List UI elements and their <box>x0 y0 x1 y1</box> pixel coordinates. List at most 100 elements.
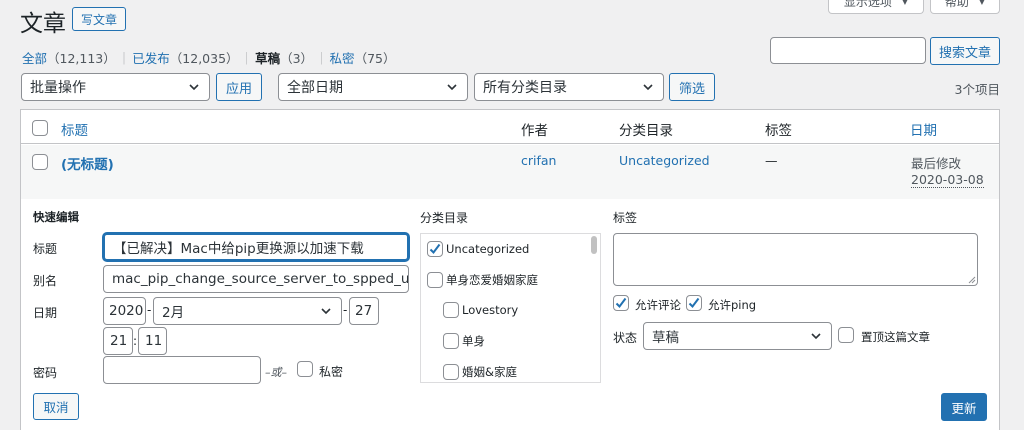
year-input[interactable]: 2020 <box>103 297 146 325</box>
chevron-down-icon <box>189 84 199 91</box>
categories-label: 分类目录 <box>420 211 469 225</box>
cancel-button[interactable]: 取消 <box>33 393 79 420</box>
date-dash: - <box>147 303 152 317</box>
view-separator: ｜ <box>315 51 328 66</box>
items-count: 3个项目 <box>954 82 1000 97</box>
post-date: 2020-03-08 <box>911 172 984 188</box>
screen-options-button[interactable]: 显示选项 ▼ <box>828 0 924 14</box>
status-select[interactable]: 草稿 <box>643 322 832 350</box>
help-button[interactable]: 帮助 ▼ <box>930 0 1000 14</box>
category-checkbox[interactable] <box>443 302 459 318</box>
checkmark-icon <box>429 243 441 255</box>
slug-input[interactable]: mac_pip_change_source_server_to_spped_up… <box>103 265 409 293</box>
column-title[interactable]: 标题 <box>61 119 88 139</box>
category-item[interactable]: Uncategorized <box>427 241 529 257</box>
allow-comments-label: 允许评论 <box>635 298 681 312</box>
category-label: Lovestory <box>462 303 519 317</box>
category-filter-select[interactable]: 所有分类目录 <box>474 73 664 101</box>
screen-options-label: 显示选项 <box>843 0 892 9</box>
view-private[interactable]: 私密（75） <box>330 48 396 67</box>
bulk-action-value: 批量操作 <box>30 80 86 96</box>
day-input[interactable]: 27 <box>349 297 379 325</box>
view-separator: ｜ <box>240 51 254 66</box>
category-item[interactable]: 单身恋爱婚姻家庭 <box>427 272 538 288</box>
select-all-checkbox[interactable] <box>32 120 48 136</box>
quick-edit-panel: 快速编辑 标题 【已解决】Mac中给pip更换源以加速下载 别名 mac_pip… <box>21 199 999 430</box>
posts-table: 标题 作者 分类目录 标签 日期 (无标题) crifan Uncategori… <box>20 109 1000 430</box>
caret-down-icon: ▼ <box>901 0 909 6</box>
slug-label: 别名 <box>33 274 58 288</box>
column-author: 作者 <box>521 123 548 139</box>
or-separator: –或– <box>265 366 287 379</box>
allow-pings-checkbox[interactable] <box>686 295 702 311</box>
scrollbar-thumb[interactable] <box>591 236 597 254</box>
date-dash: - <box>343 303 348 317</box>
status-value: 草稿 <box>652 330 679 346</box>
post-category-link[interactable]: Uncategorized <box>619 153 710 168</box>
add-new-post-button[interactable]: 写文章 <box>72 7 126 31</box>
date-label: 日期 <box>33 306 58 320</box>
status-label: 状态 <box>613 331 638 345</box>
post-date-status: 最后修改 <box>911 156 962 171</box>
post-tags: — <box>765 153 778 168</box>
filter-button[interactable]: 筛选 <box>669 73 715 101</box>
category-item[interactable]: 婚姻&家庭 <box>443 364 517 380</box>
update-button[interactable]: 更新 <box>941 393 987 421</box>
post-title-link[interactable]: (无标题) <box>61 153 114 173</box>
chevron-down-icon <box>321 308 331 315</box>
view-published[interactable]: 已发布（12,035） <box>132 48 238 67</box>
row-checkbox[interactable] <box>32 154 48 170</box>
post-author-link[interactable]: crifan <box>521 153 556 168</box>
category-item[interactable]: 单身 <box>443 333 485 349</box>
help-label: 帮助 <box>944 0 969 9</box>
search-posts-button[interactable]: 搜索文章 <box>930 37 1000 65</box>
checkmark-icon <box>688 297 700 309</box>
page-title: 文章 <box>20 11 66 37</box>
sticky-label: 置顶这篇文章 <box>861 330 930 344</box>
category-label: 婚姻&家庭 <box>462 365 517 379</box>
column-tags: 标签 <box>765 123 792 139</box>
time-colon: : <box>133 334 138 348</box>
month-select[interactable]: 2月 <box>153 297 342 325</box>
category-checkbox[interactable] <box>443 333 459 349</box>
table-header: 标题 作者 分类目录 标签 日期 <box>21 110 999 144</box>
table-row: (无标题) crifan Uncategorized — 最后修改 2020-0… <box>21 145 999 199</box>
view-separator: ｜ <box>117 51 131 66</box>
status-views: 全部（12,113） ｜ 已发布（12,035） ｜ 草稿（3） ｜ 私密（75… <box>22 48 395 67</box>
quick-edit-heading: 快速编辑 <box>33 210 79 224</box>
category-item[interactable]: Lovestory <box>443 302 518 318</box>
sticky-checkbox[interactable] <box>838 327 854 343</box>
chevron-down-icon <box>643 84 653 91</box>
month-value: 2月 <box>162 305 185 321</box>
category-label: 单身恋爱婚姻家庭 <box>446 273 538 287</box>
apply-button[interactable]: 应用 <box>216 73 262 101</box>
resize-handle-icon[interactable] <box>968 276 976 284</box>
category-checkbox[interactable] <box>427 272 443 288</box>
view-drafts[interactable]: 草稿（3） <box>255 48 313 67</box>
title-label: 标题 <box>33 242 58 256</box>
post-search-input[interactable] <box>770 37 926 64</box>
tags-label: 标签 <box>613 211 638 225</box>
caret-down-icon: ▼ <box>978 0 986 6</box>
tags-textarea[interactable] <box>613 233 978 286</box>
bulk-action-select[interactable]: 批量操作 <box>21 73 210 101</box>
hour-input[interactable]: 21 <box>103 327 133 355</box>
column-date[interactable]: 日期 <box>910 119 937 139</box>
date-filter-select[interactable]: 全部日期 <box>278 73 468 101</box>
minute-input[interactable]: 11 <box>138 327 167 355</box>
private-label: 私密 <box>319 365 344 379</box>
private-checkbox[interactable] <box>297 361 313 377</box>
checkmark-icon <box>615 297 627 309</box>
category-label: 单身 <box>462 334 485 348</box>
password-label: 密码 <box>33 366 58 380</box>
category-checklist[interactable]: Uncategorized 单身恋爱婚姻家庭 Lovestory 单身 婚姻&家… <box>420 233 601 383</box>
column-categories: 分类目录 <box>619 123 673 139</box>
allow-comments-checkbox[interactable] <box>613 295 629 311</box>
view-all[interactable]: 全部（12,113） <box>22 48 116 67</box>
password-input[interactable] <box>103 356 261 384</box>
title-input[interactable]: 【已解决】Mac中给pip更换源以加速下载 <box>103 233 409 261</box>
category-filter-value: 所有分类目录 <box>483 80 567 96</box>
category-checkbox[interactable] <box>427 241 443 257</box>
allow-pings-label: 允许ping <box>708 298 757 312</box>
category-checkbox[interactable] <box>443 364 459 380</box>
